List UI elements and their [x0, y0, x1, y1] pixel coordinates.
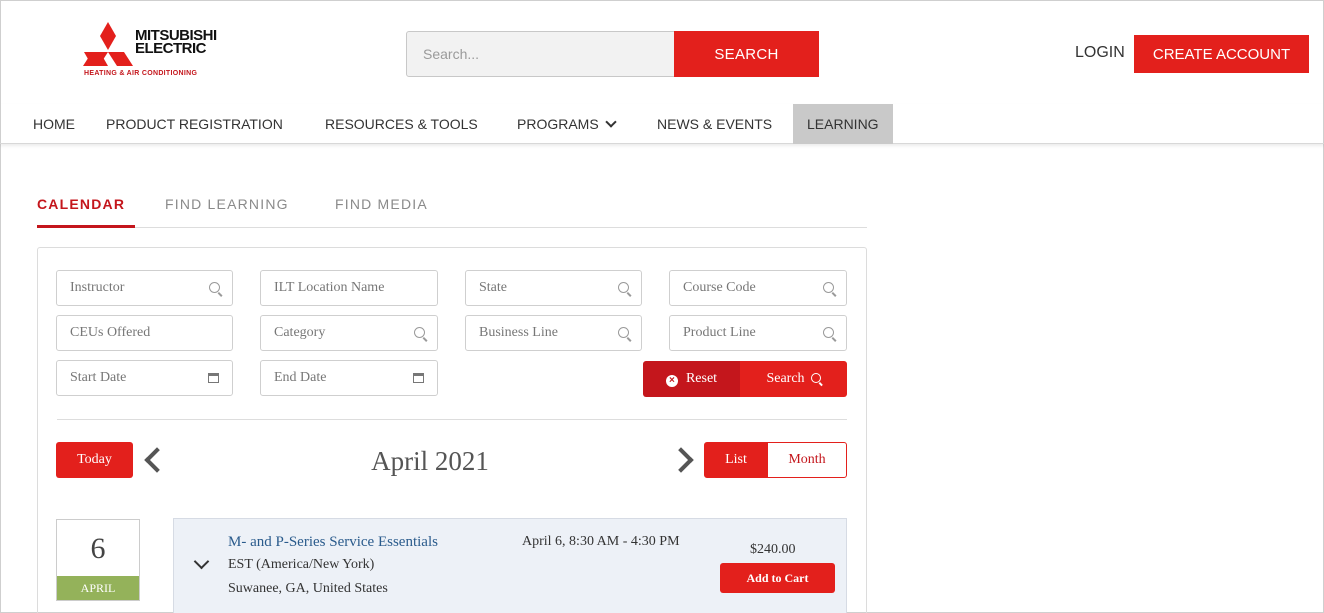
state-field[interactable]: State	[465, 270, 642, 306]
instructor-placeholder: Instructor	[70, 280, 125, 295]
nav-item-programs[interactable]: PROGRAMS	[517, 104, 617, 144]
event-location: Suwanee, GA, United States	[228, 581, 388, 596]
start-date-field[interactable]: Start Date	[56, 360, 233, 396]
search-icon	[618, 327, 629, 338]
calendar-icon	[413, 373, 424, 383]
search-icon	[810, 373, 821, 383]
today-button[interactable]: Today	[56, 442, 133, 478]
main-nav: HOME PRODUCT REGISTRATION RESOURCES & TO…	[0, 104, 1324, 144]
search-icon	[414, 327, 425, 338]
course-code-field[interactable]: Course Code	[669, 270, 847, 306]
nav-item-label: PROGRAMS	[517, 116, 599, 132]
learning-tabs: CALENDAR FIND LEARNING FIND MEDIA	[37, 186, 867, 228]
brand-tagline: HEATING & AIR CONDITIONING	[84, 70, 198, 77]
nav-item-product-registration[interactable]: PRODUCT REGISTRATION	[106, 104, 283, 144]
event-title-link[interactable]: M- and P-Series Service Essentials	[228, 534, 438, 551]
tab-calendar[interactable]: CALENDAR	[37, 196, 125, 212]
login-link[interactable]: LOGIN	[1075, 44, 1125, 62]
search-icon	[618, 282, 629, 293]
ilt-location-placeholder: ILT Location Name	[274, 280, 385, 295]
add-to-cart-button[interactable]: Add to Cart	[720, 563, 835, 593]
event-price: $240.00	[750, 542, 796, 557]
start-date-placeholder: Start Date	[70, 370, 127, 385]
nav-item-home[interactable]: HOME	[33, 104, 75, 144]
divider	[57, 419, 847, 420]
filter-search-button[interactable]: Search	[740, 361, 847, 397]
category-placeholder: Category	[274, 325, 326, 340]
instructor-field[interactable]: Instructor	[56, 270, 233, 306]
mitsubishi-logo[interactable]: MITSUBISHI ELECTRIC HEATING & AIR CONDIT…	[80, 20, 240, 80]
ceus-placeholder: CEUs Offered	[70, 325, 151, 340]
event-time: April 6, 8:30 AM - 4:30 PM	[522, 534, 680, 549]
active-tab-indicator	[37, 225, 135, 228]
event-timezone: EST (America/New York)	[228, 557, 375, 572]
product-line-placeholder: Product Line	[683, 325, 756, 340]
month-view-button[interactable]: Month	[767, 442, 847, 478]
calendar-icon	[208, 373, 219, 383]
tab-find-media[interactable]: FIND MEDIA	[335, 196, 428, 212]
ceus-field[interactable]: CEUs Offered	[56, 315, 233, 351]
site-search: SEARCH	[406, 31, 819, 77]
month-title: April 2021	[371, 446, 489, 476]
chevron-down-icon	[605, 116, 617, 128]
reset-label: Reset	[685, 371, 718, 386]
category-field[interactable]: Category	[260, 315, 438, 351]
event-month: APRIL	[57, 576, 139, 600]
end-date-placeholder: End Date	[274, 370, 327, 385]
search-input[interactable]	[406, 31, 676, 77]
brand-name-line2: ELECTRIC	[135, 40, 207, 57]
nav-item-news-events[interactable]: NEWS & EVENTS	[657, 104, 772, 144]
list-view-button[interactable]: List	[704, 442, 768, 478]
state-placeholder: State	[479, 280, 507, 295]
close-circle-icon: ×	[665, 375, 678, 387]
create-account-button[interactable]: CREATE ACCOUNT	[1134, 35, 1309, 73]
event-day: 6	[90, 532, 106, 565]
reset-button[interactable]: × Reset	[643, 361, 740, 397]
nav-item-resources-tools[interactable]: RESOURCES & TOOLS	[325, 104, 478, 144]
search-button[interactable]: SEARCH	[674, 31, 819, 77]
search-icon	[209, 282, 220, 293]
business-line-field[interactable]: Business Line	[465, 315, 642, 351]
search-icon	[823, 282, 834, 293]
end-date-field[interactable]: End Date	[260, 360, 438, 396]
filter-search-label: Search	[766, 371, 805, 386]
ilt-location-field[interactable]: ILT Location Name	[260, 270, 438, 306]
event-date-badge: 6 APRIL	[56, 519, 140, 601]
business-line-placeholder: Business Line	[479, 325, 558, 340]
tab-find-learning[interactable]: FIND LEARNING	[165, 196, 289, 212]
search-icon	[823, 327, 834, 338]
course-code-placeholder: Course Code	[683, 280, 756, 295]
nav-item-learning[interactable]: LEARNING	[793, 104, 893, 144]
three-diamonds-icon	[83, 22, 133, 66]
product-line-field[interactable]: Product Line	[669, 315, 847, 351]
